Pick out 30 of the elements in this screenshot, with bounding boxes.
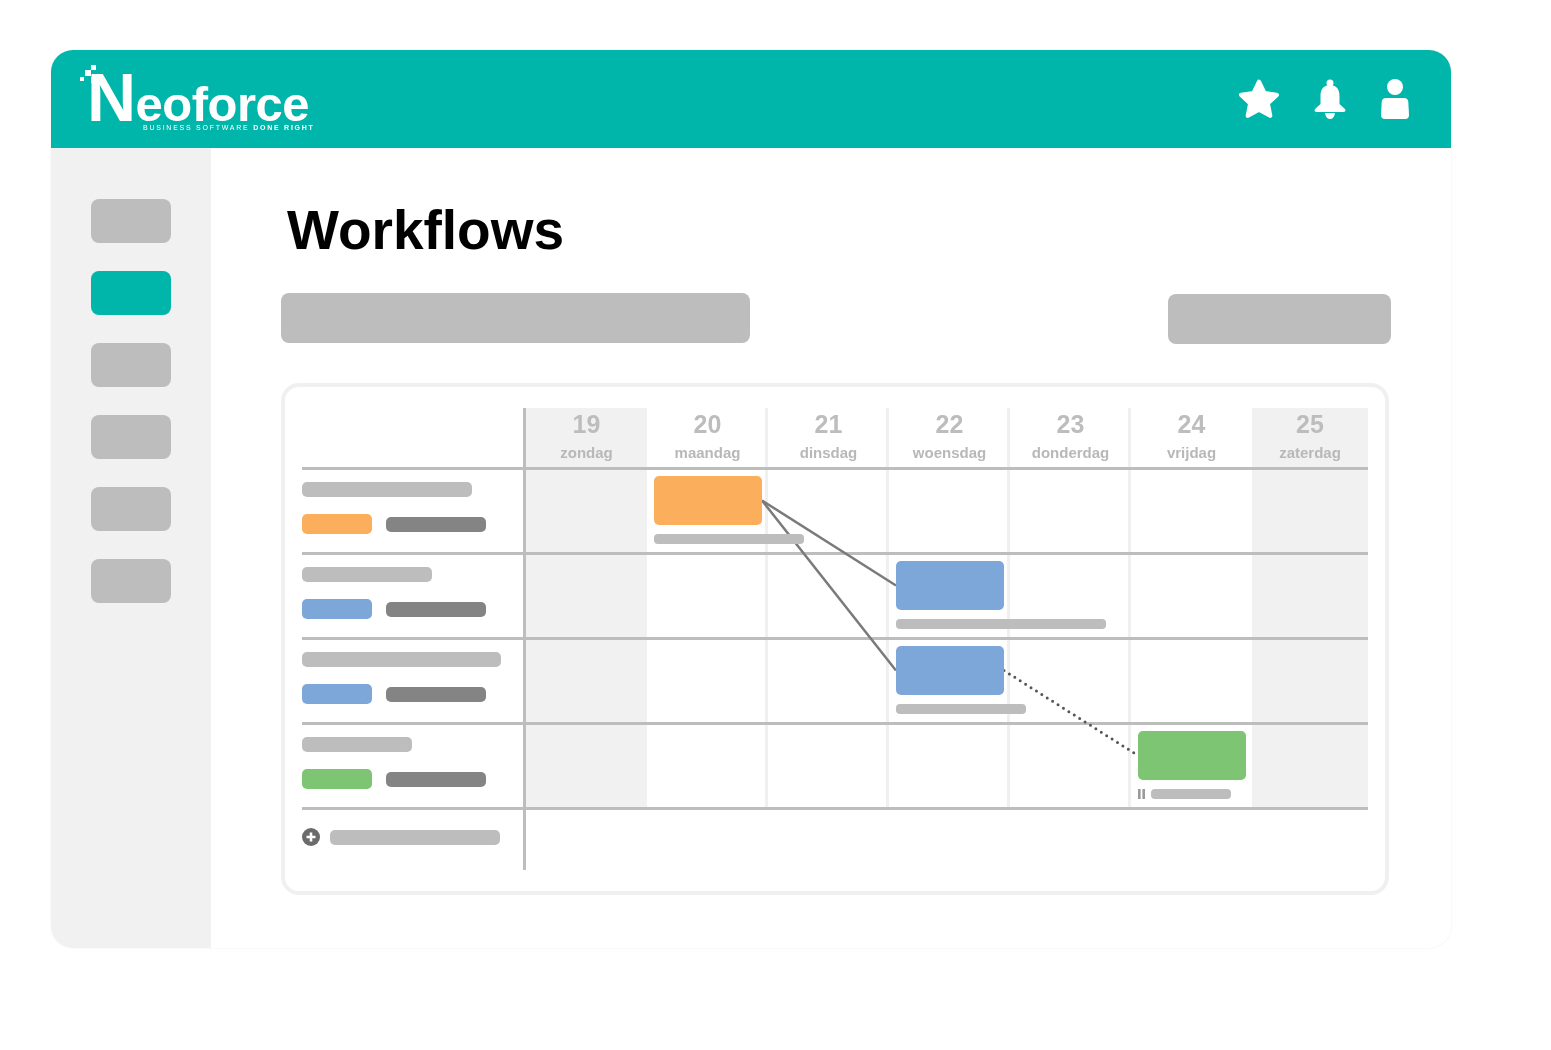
sidebar-item[interactable]: [91, 415, 171, 459]
sidebar-item[interactable]: [91, 343, 171, 387]
task-bar[interactable]: [896, 646, 1004, 695]
task-bar[interactable]: [896, 561, 1004, 610]
user-icon[interactable]: [1381, 79, 1409, 119]
logo-wordmark: Neoforce: [87, 72, 310, 122]
day-number: 20: [693, 410, 722, 438]
day-name: zaterdag: [1279, 444, 1341, 462]
day-number: 22: [935, 410, 964, 438]
day-number: 21: [814, 410, 843, 438]
sidebar-item[interactable]: [91, 271, 171, 315]
star-icon[interactable]: [1238, 78, 1280, 120]
day-name: vrijdag: [1166, 444, 1217, 462]
action-button[interactable]: [1168, 294, 1391, 344]
day-name: woensdag: [912, 444, 987, 462]
sidebar-item[interactable]: [91, 487, 171, 531]
day-name: maandag: [674, 444, 741, 462]
page-title: Workflows: [287, 203, 565, 258]
day-number: 24: [1177, 410, 1206, 438]
day-name: zondag: [560, 444, 613, 462]
day-name: dinsdag: [799, 444, 858, 462]
sidebar-item[interactable]: [91, 199, 171, 243]
search-field[interactable]: [281, 293, 750, 343]
bell-icon[interactable]: [1313, 79, 1347, 119]
plus-circle-icon[interactable]: [302, 828, 320, 846]
sidebar-item[interactable]: [91, 559, 171, 603]
task-bar[interactable]: [1138, 731, 1246, 780]
day-name: donderdag: [1031, 444, 1110, 462]
task-bar[interactable]: [654, 476, 762, 525]
day-number: 23: [1056, 410, 1085, 438]
